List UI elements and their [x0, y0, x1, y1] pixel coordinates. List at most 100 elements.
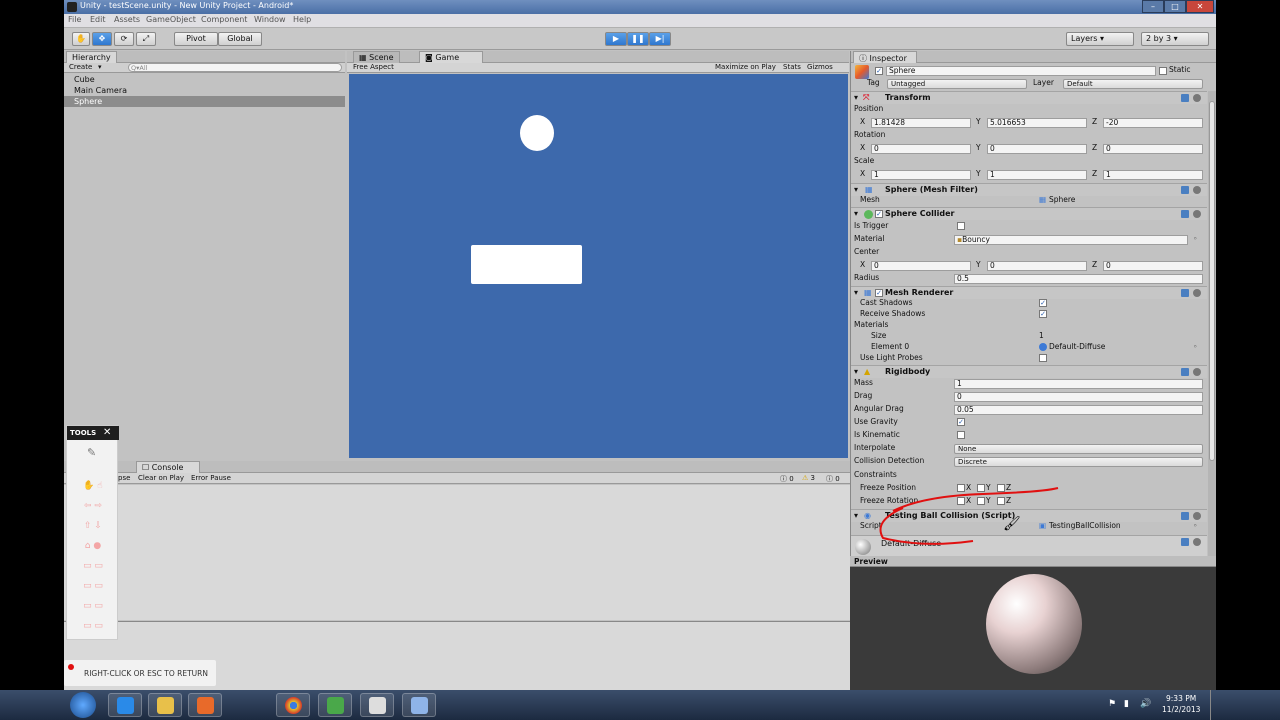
error-count[interactable]: ⓘ 0: [826, 474, 840, 484]
rotation-x-field[interactable]: 0: [871, 144, 971, 154]
help-book-icon[interactable]: [1181, 289, 1189, 297]
minimize-button[interactable]: –: [1142, 0, 1164, 13]
position-z-field[interactable]: -20: [1103, 118, 1203, 128]
foldout-arrow-icon[interactable]: ▾: [854, 92, 858, 104]
collapse-toggle[interactable]: pse: [118, 474, 130, 482]
transform-header[interactable]: ▾ ⤧ Transform: [851, 91, 1207, 104]
pivot-toggle[interactable]: Pivot: [174, 32, 218, 46]
hierarchy-search-input[interactable]: Q▾All: [128, 63, 342, 72]
mesh-value[interactable]: Sphere: [1049, 195, 1075, 205]
menu-assets[interactable]: Assets: [114, 15, 140, 24]
collider-enabled-checkbox[interactable]: ✓: [875, 210, 883, 218]
object-picker-icon[interactable]: ◦: [1193, 342, 1197, 352]
inspector-scrollbar[interactable]: [1208, 91, 1216, 556]
scale-tool-icon[interactable]: ⤢: [136, 32, 156, 46]
gear-icon[interactable]: [1193, 210, 1201, 218]
menu-window[interactable]: Window: [254, 15, 286, 24]
active-checkbox[interactable]: ✓: [875, 67, 883, 75]
light-probes-checkbox[interactable]: [1039, 354, 1047, 362]
clear-on-play-toggle[interactable]: Clear on Play: [138, 474, 184, 482]
hierarchy-item-main-camera[interactable]: Main Camera: [64, 85, 345, 96]
inspector-scrollbar-thumb[interactable]: [1209, 101, 1215, 461]
notification-flag-icon[interactable]: ⚑: [1108, 699, 1116, 709]
close-button[interactable]: ✕: [1186, 0, 1214, 13]
clock-date[interactable]: 11/2/2013: [1162, 705, 1200, 714]
size-value[interactable]: 1: [1039, 331, 1044, 341]
sphere-collider-header[interactable]: ▾ ✓ Sphere Collider: [851, 207, 1207, 220]
mass-field[interactable]: 1: [954, 379, 1203, 389]
position-y-field[interactable]: 5.016653: [987, 118, 1087, 128]
object-picker-icon[interactable]: ◦: [1193, 521, 1197, 531]
gizmos-dropdown[interactable]: Gizmos: [807, 63, 833, 71]
global-toggle[interactable]: Global: [218, 32, 262, 46]
angular-drag-field[interactable]: 0.05: [954, 405, 1203, 415]
step-button[interactable]: ▶|: [649, 32, 671, 46]
rotate-tool-icon[interactable]: ⟳: [114, 32, 134, 46]
help-book-icon[interactable]: [1181, 186, 1189, 194]
object-picker-icon[interactable]: ◦: [1193, 234, 1197, 244]
close-icon[interactable]: ✕: [103, 426, 111, 440]
maximize-button[interactable]: □: [1164, 0, 1186, 13]
scale-z-field[interactable]: 1: [1103, 170, 1203, 180]
taskbar-explorer[interactable]: [148, 693, 182, 717]
collision-detection-dropdown[interactable]: Discrete: [954, 457, 1203, 467]
foldout-arrow-icon[interactable]: ▾: [854, 208, 858, 220]
menu-gameobject[interactable]: GameObject: [146, 15, 196, 24]
material-preview-sphere[interactable]: [986, 574, 1082, 674]
taskbar-ie[interactable]: [108, 693, 142, 717]
static-checkbox[interactable]: [1159, 67, 1167, 75]
start-button[interactable]: [70, 692, 96, 718]
center-z-field[interactable]: 0: [1103, 261, 1203, 271]
tab-inspector[interactable]: ⓘ Inspector: [853, 51, 917, 63]
foldout-arrow-icon[interactable]: ▾: [854, 510, 858, 522]
menu-component[interactable]: Component: [201, 15, 247, 24]
foldout-arrow-icon[interactable]: ▾: [854, 366, 858, 378]
gear-icon[interactable]: [1193, 289, 1201, 297]
layer-dropdown[interactable]: Default: [1063, 79, 1203, 89]
radius-field[interactable]: 0.5: [954, 274, 1203, 284]
scale-x-field[interactable]: 1: [871, 170, 971, 180]
tag-dropdown[interactable]: Untagged: [887, 79, 1027, 89]
pen-tool-icon[interactable]: ✎: [87, 446, 96, 459]
menu-edit[interactable]: Edit: [90, 15, 106, 24]
help-book-icon[interactable]: [1181, 538, 1189, 546]
gear-icon[interactable]: [1193, 186, 1201, 194]
warning-count[interactable]: ⚠ 3: [802, 474, 815, 482]
is-kinematic-checkbox[interactable]: [957, 431, 965, 439]
help-book-icon[interactable]: [1181, 512, 1189, 520]
rotation-z-field[interactable]: 0: [1103, 144, 1203, 154]
layers-dropdown[interactable]: Layers ▾: [1066, 32, 1134, 46]
tool-grid[interactable]: ✋ ☝ ⇦ ⇨ ⇧ ⇩ ⌂ ● ▭ ▭ ▭ ▭ ▭ ▭ ▭ ▭: [73, 476, 113, 631]
is-trigger-checkbox[interactable]: [957, 222, 965, 230]
help-book-icon[interactable]: [1181, 368, 1189, 376]
materials-label[interactable]: Materials: [854, 320, 888, 330]
menu-help[interactable]: Help: [293, 15, 311, 24]
receive-shadows-checkbox[interactable]: ✓: [1039, 310, 1047, 318]
interpolate-dropdown[interactable]: None: [954, 444, 1203, 454]
object-name-input[interactable]: Sphere: [886, 66, 1156, 76]
cast-shadows-checkbox[interactable]: ✓: [1039, 299, 1047, 307]
constraints-label[interactable]: Constraints: [854, 470, 897, 480]
help-book-icon[interactable]: [1181, 94, 1189, 102]
help-book-icon[interactable]: [1181, 210, 1189, 218]
game-view[interactable]: [349, 74, 848, 458]
hand-tool-icon[interactable]: ✋: [72, 32, 90, 46]
element-value[interactable]: Default-Diffuse: [1049, 342, 1105, 352]
drag-field[interactable]: 0: [954, 392, 1203, 402]
scale-y-field[interactable]: 1: [987, 170, 1087, 180]
clock-time[interactable]: 9:33 PM: [1166, 694, 1196, 703]
rigidbody-header[interactable]: ▾ ▲ Rigidbody: [851, 365, 1207, 378]
create-dropdown[interactable]: Create: [69, 63, 92, 71]
console-log-area[interactable]: [64, 485, 850, 620]
layout-dropdown[interactable]: 2 by 3 ▾: [1141, 32, 1209, 46]
tab-game[interactable]: ◙ Game: [419, 51, 483, 63]
material-field[interactable]: ▪Bouncy: [954, 235, 1188, 245]
rotation-y-field[interactable]: 0: [987, 144, 1087, 154]
move-tool-icon[interactable]: ✥: [92, 32, 112, 46]
aspect-dropdown[interactable]: Free Aspect: [353, 63, 394, 71]
log-count[interactable]: ⓘ 0: [780, 474, 794, 484]
gear-icon[interactable]: [1193, 512, 1201, 520]
taskbar-media[interactable]: [188, 693, 222, 717]
network-icon[interactable]: ▮: [1124, 699, 1129, 709]
gear-icon[interactable]: [1193, 94, 1201, 102]
